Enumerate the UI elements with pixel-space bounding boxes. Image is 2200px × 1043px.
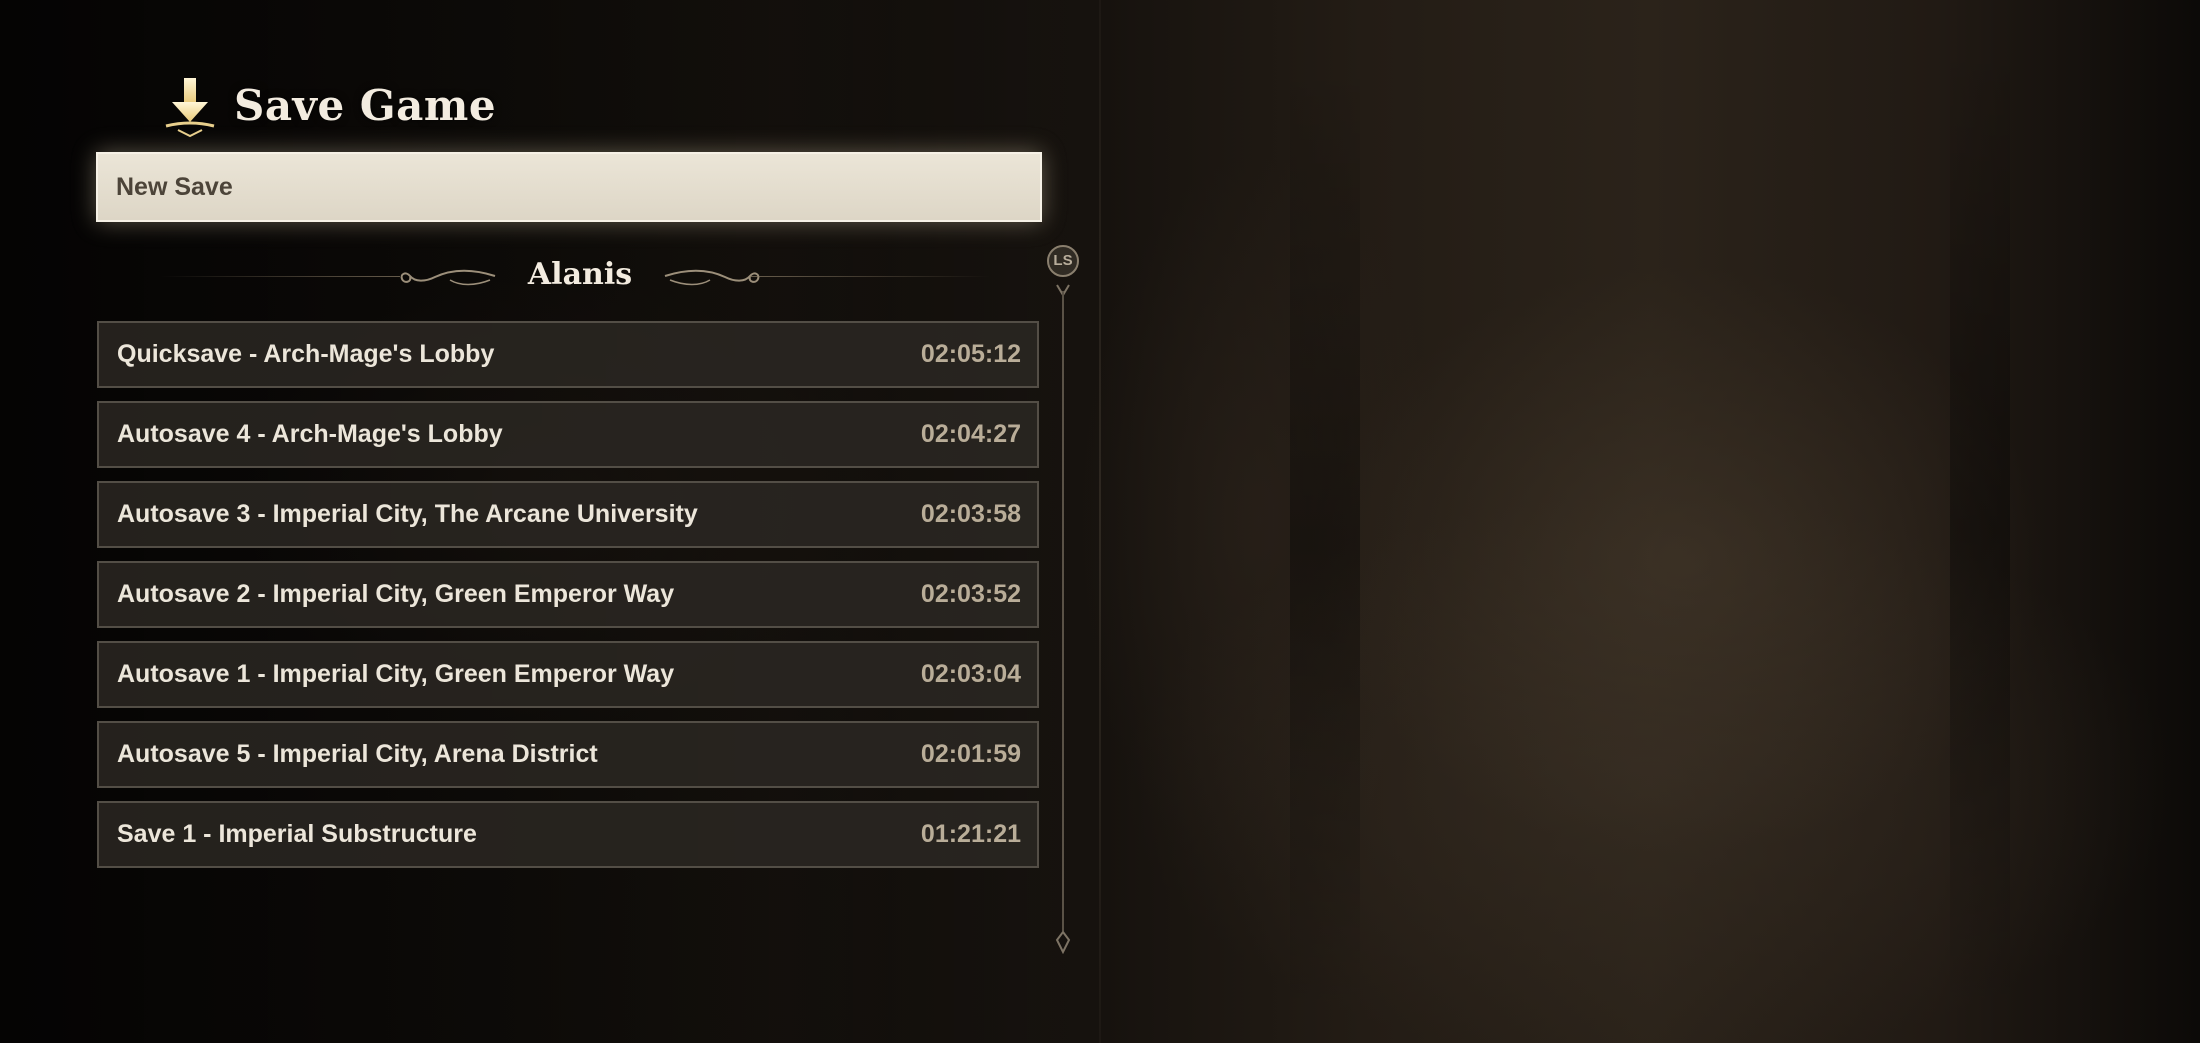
left-stick-button-icon: LS <box>1047 245 1079 277</box>
save-slot-playtime: 02:05:12 <box>920 340 1021 368</box>
header-rule-right <box>750 276 990 277</box>
save-list: Quicksave - Arch-Mage's Lobby 02:05:12 A… <box>97 321 1039 881</box>
page-header: Save Game <box>160 70 496 140</box>
save-slot-name: Autosave 5 - Imperial City, Arena Distri… <box>117 740 598 768</box>
save-slot-playtime: 01:21:21 <box>920 820 1021 848</box>
save-slot-playtime: 02:03:52 <box>920 580 1021 608</box>
save-slot-playtime: 02:03:04 <box>920 660 1021 688</box>
header-rule-left <box>160 276 400 277</box>
save-slot-name: Quicksave - Arch-Mage's Lobby <box>117 340 495 368</box>
save-slot[interactable]: Quicksave - Arch-Mage's Lobby 02:05:12 <box>97 321 1039 388</box>
save-slot[interactable]: Autosave 5 - Imperial City, Arena Distri… <box>97 721 1039 788</box>
background-pillar <box>1950 40 2010 1020</box>
save-slot-name: Autosave 2 - Imperial City, Green Empero… <box>117 580 675 608</box>
panel-divider <box>1099 0 1101 1043</box>
new-save-button[interactable]: New Save <box>96 152 1042 222</box>
background-pillar <box>1290 60 1360 1020</box>
save-slot[interactable]: Autosave 2 - Imperial City, Green Empero… <box>97 561 1039 628</box>
page-title: Save Game <box>234 80 497 130</box>
save-slot[interactable]: Save 1 - Imperial Substructure 01:21:21 <box>97 801 1039 868</box>
save-arrow-icon <box>160 70 220 140</box>
scrollbar[interactable]: LS <box>1040 245 1090 975</box>
save-slot-playtime: 02:01:59 <box>920 740 1021 768</box>
new-save-label: New Save <box>116 172 233 201</box>
save-slot[interactable]: Autosave 4 - Arch-Mage's Lobby 02:04:27 <box>97 401 1039 468</box>
save-slot-playtime: 02:04:27 <box>920 420 1021 448</box>
save-slot-name: Autosave 4 - Arch-Mage's Lobby <box>117 420 503 448</box>
save-slot-playtime: 02:03:58 <box>920 500 1021 528</box>
character-name: Alanis <box>527 257 633 292</box>
save-slot[interactable]: Autosave 3 - Imperial City, The Arcane U… <box>97 481 1039 548</box>
flourish-left-icon <box>400 269 496 286</box>
character-group-header: Alanis <box>160 250 990 300</box>
save-slot-name: Autosave 3 - Imperial City, The Arcane U… <box>117 500 698 528</box>
scroll-track[interactable] <box>1062 291 1064 931</box>
flourish-right-icon <box>664 269 760 286</box>
save-slot[interactable]: Autosave 1 - Imperial City, Green Empero… <box>97 641 1039 708</box>
save-slot-name: Autosave 1 - Imperial City, Green Empero… <box>117 660 675 688</box>
save-slot-name: Save 1 - Imperial Substructure <box>117 820 477 848</box>
scroll-bottom-cap-icon <box>1055 930 1071 954</box>
